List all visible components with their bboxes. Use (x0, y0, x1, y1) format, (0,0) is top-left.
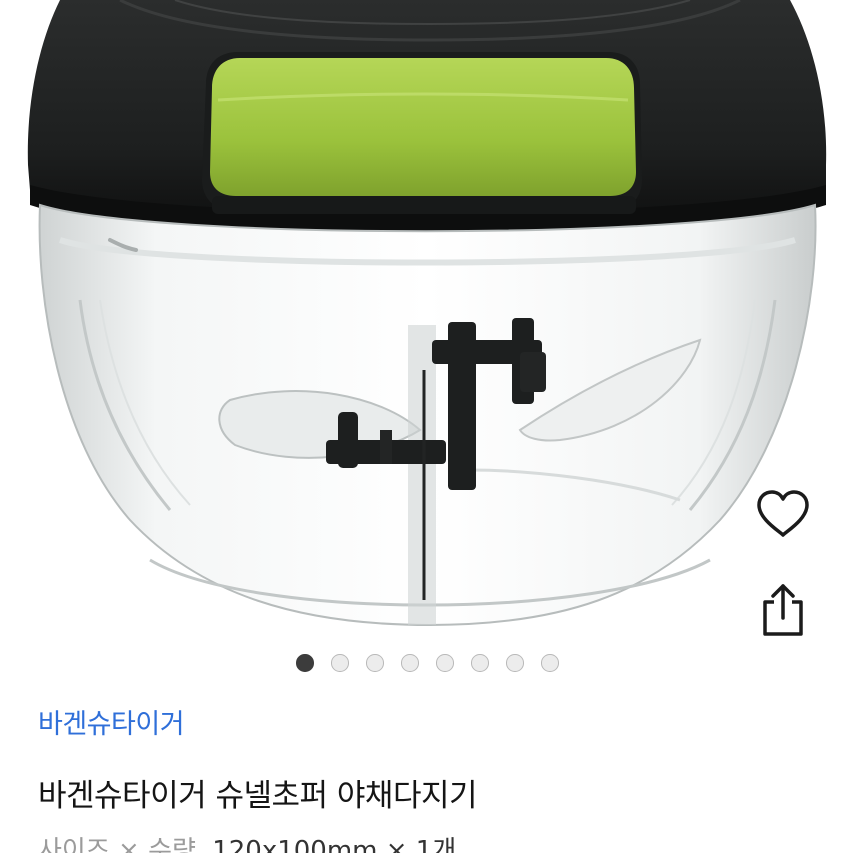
carousel-dot[interactable] (296, 654, 314, 672)
carousel-dot[interactable] (436, 654, 454, 672)
store-name-link[interactable]: 바겐슈타이거 (38, 702, 185, 741)
carousel-dot[interactable] (506, 654, 524, 672)
product-title: 바겐슈타이거 슈넬초퍼 야채다지기 (38, 778, 478, 814)
carousel-dot[interactable] (401, 654, 419, 672)
carousel-dot[interactable] (541, 654, 559, 672)
vegetable-chopper-photo (27, 0, 827, 627)
option-label: 사이즈 × 수량 (38, 836, 196, 853)
option-value: 120x100mm × 1개 (212, 836, 457, 853)
carousel-dot[interactable] (471, 654, 489, 672)
carousel-dots (296, 654, 559, 672)
heart-icon (757, 490, 809, 537)
carousel-dot[interactable] (366, 654, 384, 672)
share-icon (763, 584, 803, 636)
share-button[interactable] (753, 580, 813, 640)
like-button[interactable] (753, 484, 813, 544)
carousel-dot[interactable] (331, 654, 349, 672)
product-image[interactable] (0, 0, 853, 645)
option-row: 사이즈 × 수량 120x100mm × 1개 (38, 830, 456, 853)
